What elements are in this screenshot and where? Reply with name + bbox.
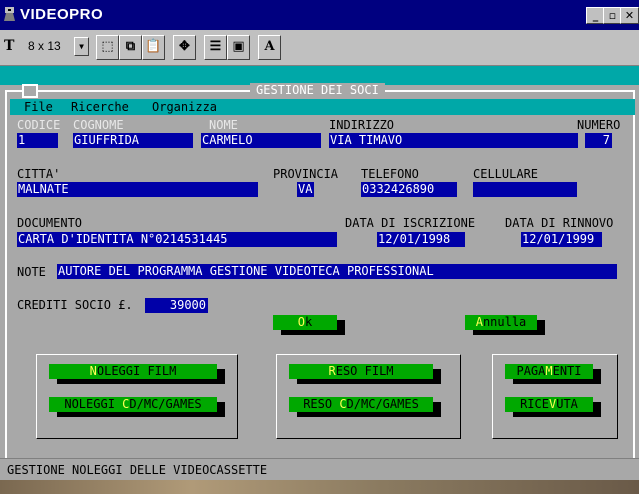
background-icon[interactable]: ▣ xyxy=(227,35,250,60)
citta-field[interactable]: MALNATE xyxy=(17,182,258,197)
crediti-field[interactable]: 39000 xyxy=(145,298,208,313)
close-box-icon[interactable] xyxy=(22,84,38,98)
data-iscrizione-label: DATA DI ISCRIZIONE xyxy=(345,216,476,230)
provincia-label: PROVINCIA xyxy=(273,167,339,181)
mark-icon[interactable]: ⬚ xyxy=(96,35,119,60)
paste-icon[interactable]: 📋 xyxy=(142,35,165,60)
font-icon[interactable]: A xyxy=(258,35,281,60)
numero-label: NUMERO xyxy=(577,118,621,132)
reso-cd-button[interactable]: RESO CD/MC/GAMES xyxy=(289,397,433,412)
chevron-down-icon[interactable]: ▼ xyxy=(74,37,89,56)
status-bar: GESTIONE NOLEGGI DELLE VIDEOCASSETTE xyxy=(0,458,639,481)
frame-border-left xyxy=(5,90,7,460)
frame-title: GESTIONE DEI SOCI xyxy=(250,83,385,97)
documento-field[interactable]: CARTA D'IDENTITA N°0214531445 xyxy=(17,232,337,247)
menu-organizza[interactable]: Organizza xyxy=(152,100,217,114)
camera-icon xyxy=(4,7,15,21)
indirizzo-label: INDIRIZZO xyxy=(329,118,395,132)
note-field[interactable]: AUTORE DEL PROGRAMMA GESTIONE VIDEOTECA … xyxy=(57,264,617,279)
codice-label: CODICE xyxy=(17,118,61,132)
ricevuta-button[interactable]: RICEVUTA xyxy=(505,397,593,412)
numero-field[interactable]: 7 xyxy=(585,133,612,148)
font-tt-icon: T xyxy=(4,38,15,54)
telefono-field[interactable]: 0332426890 xyxy=(361,182,457,197)
cognome-field[interactable]: GIUFFRIDA xyxy=(73,133,193,148)
properties-icon[interactable]: ☰ xyxy=(204,35,227,60)
toolbar: T 8 x 13 ▼ ⬚ ⧉ 📋 ✥ ☰ ▣ A xyxy=(0,30,639,66)
menu-file[interactable]: File xyxy=(24,100,53,114)
cellulare-label: CELLULARE xyxy=(473,167,539,181)
telefono-label: TELEFONO xyxy=(361,167,419,181)
documento-label: DOCUMENTO xyxy=(17,216,83,230)
status-text: GESTIONE NOLEGGI DELLE VIDEOCASSETTE xyxy=(7,463,268,477)
ok-button[interactable]: Ok xyxy=(273,315,337,330)
codice-field[interactable]: 1 xyxy=(17,133,58,148)
noleggi-film-button[interactable]: NOLEGGI FILM xyxy=(49,364,217,379)
close-button[interactable]: ✕ xyxy=(620,7,639,24)
provincia-field[interactable]: VA xyxy=(297,182,314,197)
nome-field[interactable]: CARMELO xyxy=(201,133,321,148)
title-bar[interactable]: VIDEOPRO _ ▫ ✕ xyxy=(0,0,639,30)
crediti-label: CREDITI SOCIO £. xyxy=(17,298,133,312)
cellulare-field[interactable] xyxy=(473,182,577,197)
copy-icon[interactable]: ⧉ xyxy=(119,35,142,60)
indirizzo-field[interactable]: VIA TIMAVO xyxy=(329,133,578,148)
note-label: NOTE xyxy=(17,265,46,279)
frame-border-right xyxy=(633,90,635,460)
menu-ricerche[interactable]: Ricerche xyxy=(71,100,129,114)
nome-label: NOME xyxy=(209,118,238,132)
desktop-background xyxy=(0,480,639,494)
data-iscrizione-field[interactable]: 12/01/1998 xyxy=(377,232,465,247)
citta-label: CITTA' xyxy=(17,167,61,181)
annulla-button[interactable]: Annulla xyxy=(465,315,537,330)
menu-bar: File Ricerche Organizza xyxy=(10,99,635,115)
font-size-select[interactable]: 8 x 13 xyxy=(28,38,74,55)
pagamenti-button[interactable]: PAGAMENTI xyxy=(505,364,593,379)
cognome-label: COGNOME xyxy=(73,118,124,132)
window-title: VIDEOPRO xyxy=(20,6,104,23)
data-rinnovo-label: DATA DI RINNOVO xyxy=(505,216,614,230)
data-rinnovo-field[interactable]: 12/01/1999 xyxy=(521,232,602,247)
fullscreen-icon[interactable]: ✥ xyxy=(173,35,196,60)
reso-film-button[interactable]: RESO FILM xyxy=(289,364,433,379)
noleggi-cd-button[interactable]: NOLEGGI CD/MC/GAMES xyxy=(49,397,217,412)
